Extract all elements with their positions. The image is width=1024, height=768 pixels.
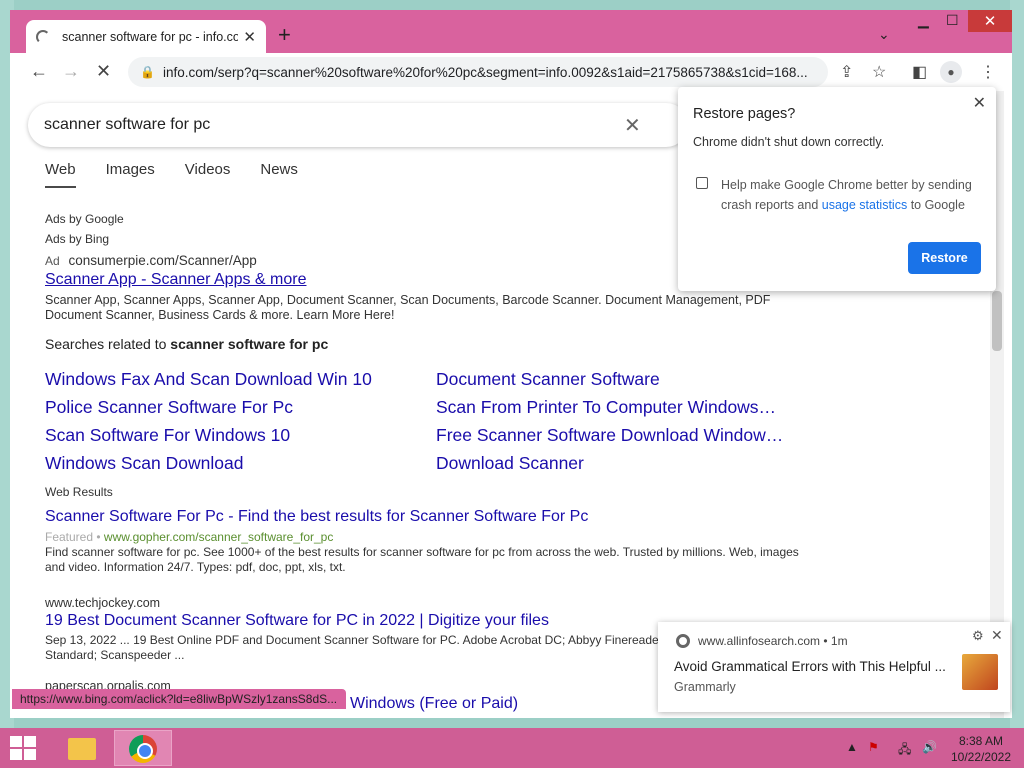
- tray-expand-icon[interactable]: ▲: [846, 740, 858, 754]
- back-arrow-icon[interactable]: ←: [30, 61, 48, 82]
- maximize-icon[interactable]: ☐: [946, 12, 959, 29]
- volume-icon[interactable]: 🔊: [922, 740, 937, 754]
- browser-toolbar: ← → ✕ 🔒 info.com/serp?q=scanner%20softwa…: [10, 53, 1012, 91]
- related-link[interactable]: Scan From Printer To Computer Windows…: [436, 397, 810, 418]
- result-description: Find scanner software for pc. See 1000+ …: [45, 545, 799, 574]
- restore-pages-dialog: ✕ Restore pages? Chrome didn't shut down…: [678, 87, 996, 291]
- tab-web[interactable]: Web: [45, 161, 76, 188]
- windows-start-icon[interactable]: [10, 736, 36, 760]
- push-notification[interactable]: www.allinfosearch.com • 1m ⚙ ✕ Avoid Gra…: [658, 622, 1010, 712]
- related-link[interactable]: Windows Fax And Scan Download Win 10: [45, 369, 425, 390]
- window-close-button[interactable]: ✕: [968, 10, 1012, 32]
- address-url: info.com/serp?q=scanner%20software%20for…: [162, 64, 808, 80]
- notification-image: [962, 654, 998, 690]
- ad-tag: Ad: [45, 254, 60, 268]
- ad-title-link[interactable]: Scanner App - Scanner Apps & more: [45, 271, 306, 289]
- clock-date: 10/22/2022: [950, 750, 1012, 764]
- result-title-link[interactable]: Windows (Free or Paid): [350, 695, 518, 713]
- side-panel-icon[interactable]: ◧: [912, 62, 927, 82]
- notification-close-icon[interactable]: ✕: [991, 627, 1003, 644]
- notification-sender: Grammarly: [674, 680, 736, 694]
- chrome-taskbar-button[interactable]: [114, 730, 172, 766]
- ad-url-line: Ad consumerpie.com/Scanner/App: [45, 253, 257, 268]
- lock-icon[interactable]: 🔒: [140, 65, 155, 79]
- ads-by-bing-label: Ads by Bing: [45, 232, 110, 246]
- browser-tab[interactable]: scanner software for pc - info.com ✕: [26, 20, 266, 54]
- dialog-title: Restore pages?: [693, 106, 796, 122]
- notification-age: 1m: [830, 634, 848, 648]
- taskbar: ▲ ⚑ 🖧 🔊 8:38 AM 10/22/2022: [0, 728, 1024, 768]
- notification-source-text: www.allinfosearch.com: [698, 634, 821, 648]
- clear-search-icon[interactable]: ✕: [624, 113, 641, 138]
- checkbox-tail: to Google: [907, 198, 965, 212]
- menu-kebab-icon[interactable]: ⋮: [980, 62, 996, 82]
- ads-by-google-label: Ads by Google: [45, 212, 124, 226]
- new-tab-icon[interactable]: +: [278, 24, 291, 46]
- related-link[interactable]: Document Scanner Software: [436, 369, 810, 390]
- tab-strip: scanner software for pc - info.com ✕ + ⌄…: [10, 10, 1012, 54]
- web-results-label: Web Results: [45, 485, 113, 499]
- tab-title: scanner software for pc - info.com: [62, 30, 238, 44]
- dialog-subtitle: Chrome didn't shut down correctly.: [693, 135, 885, 149]
- related-heading-query: scanner software for pc: [170, 336, 329, 352]
- forward-arrow-icon[interactable]: →: [62, 61, 80, 82]
- related-heading: Searches related to scanner software for…: [45, 336, 328, 352]
- search-input[interactable]: [44, 116, 604, 134]
- ad-description: Scanner App, Scanner Apps, Scanner App, …: [45, 293, 771, 322]
- result-site: www.techjockey.com: [45, 596, 161, 610]
- notification-source: www.allinfosearch.com • 1m: [698, 634, 848, 648]
- result-title-link[interactable]: Scanner Software For Pc - Find the best …: [45, 508, 588, 526]
- search-tabs: Web Images Videos News: [45, 161, 298, 188]
- related-link[interactable]: Free Scanner Software Download Window…: [436, 425, 810, 446]
- profile-avatar-icon[interactable]: ●: [940, 61, 962, 83]
- status-bar-url: https://www.bing.com/aclick?ld=e8liwBpWS…: [12, 689, 346, 709]
- result-description: Sep 13, 2022 ... 19 Best Online PDF and …: [45, 633, 663, 662]
- checkbox-label: Help make Google Chrome better by sendin…: [721, 175, 981, 215]
- address-bar[interactable]: 🔒 info.com/serp?q=scanner%20software%20f…: [128, 57, 828, 87]
- result-title-link[interactable]: 19 Best Document Scanner Software for PC…: [45, 612, 549, 630]
- result-url-text[interactable]: www.gopher.com/scanner_software_for_pc: [104, 530, 333, 544]
- search-box: ✕: [28, 103, 688, 147]
- network-icon[interactable]: 🖧: [898, 740, 911, 761]
- share-icon[interactable]: ⇪: [840, 62, 853, 82]
- usage-statistics-link[interactable]: usage statistics: [822, 198, 907, 212]
- tab-news[interactable]: News: [260, 161, 298, 188]
- featured-label: Featured •: [45, 530, 104, 544]
- folder-icon: [68, 738, 96, 760]
- tab-close-icon[interactable]: ✕: [243, 28, 256, 46]
- related-link[interactable]: Windows Scan Download: [45, 453, 425, 474]
- crash-report-checkbox[interactable]: [696, 177, 708, 189]
- tab-search-chevron-icon[interactable]: ⌄: [878, 26, 890, 43]
- restore-button[interactable]: Restore: [908, 242, 981, 274]
- minimize-icon[interactable]: ▁: [918, 12, 929, 29]
- related-heading-prefix: Searches related to: [45, 336, 171, 352]
- ad-url[interactable]: consumerpie.com/Scanner/App: [68, 253, 256, 268]
- chrome-logo-icon: [676, 634, 690, 648]
- clock-time: 8:38 AM: [958, 734, 1004, 748]
- gear-icon[interactable]: ⚙: [972, 628, 984, 644]
- tab-videos[interactable]: Videos: [185, 161, 231, 188]
- related-link[interactable]: Police Scanner Software For Pc: [45, 397, 425, 418]
- dialog-close-icon[interactable]: ✕: [973, 93, 986, 113]
- notification-title: Avoid Grammatical Errors with This Helpf…: [674, 659, 946, 674]
- desktop-area-right: [1010, 0, 1024, 728]
- tab-images[interactable]: Images: [106, 161, 155, 188]
- related-link[interactable]: Scan Software For Windows 10: [45, 425, 425, 446]
- bookmark-star-icon[interactable]: ☆: [872, 62, 886, 82]
- related-link[interactable]: Download Scanner: [436, 453, 810, 474]
- chrome-icon: [129, 735, 157, 763]
- system-clock[interactable]: 8:38 AM 10/22/2022: [946, 733, 1016, 765]
- scrollbar-thumb[interactable]: [992, 291, 1002, 351]
- loading-icon: [36, 30, 50, 44]
- action-center-icon[interactable]: ⚑: [868, 740, 879, 754]
- result-url: Featured • www.gopher.com/scanner_softwa…: [45, 530, 333, 544]
- file-explorer-taskbar-button[interactable]: [52, 730, 110, 766]
- stop-loading-icon[interactable]: ✕: [96, 61, 111, 82]
